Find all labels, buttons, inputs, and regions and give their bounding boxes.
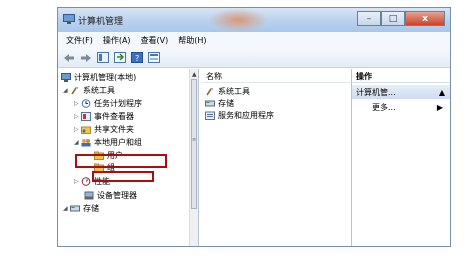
tree-item-storage[interactable]: ◢ 存储 [63,203,99,214]
export-icon[interactable] [113,51,127,64]
title-glow [208,8,268,32]
collapse-arrow-icon[interactable]: ◢ [74,139,81,146]
list-item[interactable]: 系统工具 [205,86,250,97]
minimize-button[interactable]: – [357,11,381,26]
tree-label: 设备管理器 [97,191,137,200]
list-item[interactable]: 服务和应用程序 [205,110,274,121]
tree-item-root[interactable]: 计算机管理(本地) [61,72,136,83]
properties-icon[interactable] [147,51,161,64]
svg-text:?: ? [135,54,139,63]
tree-label: 存储 [83,204,99,213]
title-bar[interactable]: 计算机管理 – □ x [58,8,450,32]
actions-header: 操作 [352,71,450,83]
expand-arrow-icon[interactable]: ▷ [74,100,81,107]
tree-scrollbar[interactable]: ▲ ≡ [189,69,198,246]
tree-item-local-users-groups[interactable]: ◢ 本地用户和组 [74,137,142,148]
tree-label: 系统工具 [83,86,115,95]
scrollbar-thumb[interactable] [191,79,197,209]
menu-bar: 文件(F) 操作(A) 查看(V) 帮助(H) [58,32,450,48]
tree-label: 计算机管理(本地) [74,73,137,82]
more-actions-label: 更多... [372,102,396,112]
help-icon[interactable]: ? [130,51,144,64]
forward-arrow-icon[interactable] [79,51,93,64]
services-icon [205,111,215,120]
maximize-button[interactable]: □ [381,11,405,26]
submenu-arrow-icon: ▶ [436,102,443,112]
list-item-label: 服务和应用程序 [218,111,274,120]
list-item-label: 系统工具 [218,87,250,96]
toolbar: ? [58,48,450,68]
collapse-up-icon[interactable]: ▲ [439,88,445,97]
computer-management-icon [61,73,71,82]
collapse-arrow-icon[interactable]: ◢ [63,205,70,212]
actions-section-computer-management[interactable]: 计算机管... ▲ [352,85,450,99]
details-list-pane: 名称 系统工具 存储 服务和应用程序 [201,69,350,246]
more-actions-item[interactable]: 更多... ▶ [352,101,450,113]
storage-icon [205,99,215,108]
expand-arrow-icon[interactable]: ▷ [74,113,81,120]
actions-pane: 操作 计算机管... ▲ 更多... ▶ [351,69,450,246]
window-controls: – □ x [357,11,445,26]
highlight-box-local-users-groups [75,154,167,168]
expand-arrow-icon[interactable]: ▷ [74,178,81,185]
shared-folder-icon [81,125,91,134]
tree-item-shared-folders[interactable]: ▷ 共享文件夹 [74,124,134,135]
back-arrow-icon[interactable] [62,51,76,64]
menu-view[interactable]: 查看(V) [141,35,169,46]
list-item[interactable]: 存储 [205,98,234,109]
tree-label: 事件查看器 [94,112,134,121]
close-button[interactable]: x [405,11,445,26]
tools-icon [205,87,215,96]
users-group-icon [81,138,91,147]
tree-label: 本地用户和组 [94,138,142,147]
menu-action[interactable]: 操作(A) [103,35,131,46]
expand-arrow-icon[interactable]: ▷ [74,126,81,133]
collapse-arrow-icon[interactable]: ◢ [63,87,70,94]
console-tree-icon[interactable] [96,51,110,64]
window-title: 计算机管理 [78,17,124,27]
device-manager-icon [84,191,94,200]
tree-label: 任务计划程序 [94,99,142,108]
highlight-box-users [92,171,154,182]
computer-management-window: 计算机管理 – □ x 文件(F) 操作(A) 查看(V) 帮助(H) ? 计算… [57,7,451,247]
event-viewer-icon [81,112,91,121]
tree-item-system-tools[interactable]: ◢ 系统工具 [63,85,115,96]
tree-item-device-manager[interactable]: 设备管理器 [84,190,137,201]
scroll-up-arrow-icon[interactable]: ▲ [192,71,197,78]
list-item-label: 存储 [218,99,234,108]
tree-item-task-scheduler[interactable]: ▷ 任务计划程序 [74,98,142,109]
menu-help[interactable]: 帮助(H) [178,35,206,46]
tree-item-event-viewer[interactable]: ▷ 事件查看器 [74,111,134,122]
tree-label: 共享文件夹 [94,125,134,134]
actions-section-label: 计算机管... [356,87,396,97]
storage-icon [70,204,80,213]
computer-management-icon [63,14,75,25]
menu-file[interactable]: 文件(F) [66,35,93,46]
scrollbar-grip-icon: ≡ [192,137,197,143]
tools-icon [70,86,80,95]
clock-icon [81,99,91,108]
column-header-name[interactable]: 名称 [201,71,350,83]
performance-icon [81,177,91,186]
